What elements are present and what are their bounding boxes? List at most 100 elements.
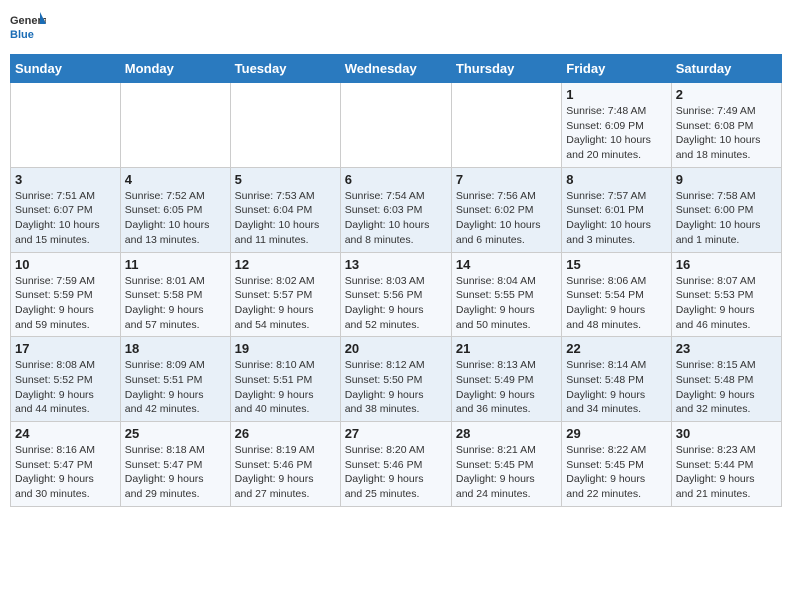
- day-info: Sunrise: 7:57 AM Sunset: 6:01 PM Dayligh…: [566, 189, 666, 248]
- day-of-week-header: Tuesday: [230, 55, 340, 83]
- day-info: Sunrise: 8:18 AM Sunset: 5:47 PM Dayligh…: [125, 443, 226, 502]
- day-number: 14: [456, 257, 557, 272]
- day-of-week-header: Sunday: [11, 55, 121, 83]
- calendar-cell: 21 Sunrise: 8:13 AM Sunset: 5:49 PM Dayli…: [451, 337, 561, 422]
- calendar-cell: [120, 83, 230, 168]
- calendar-cell: 9 Sunrise: 7:58 AM Sunset: 6:00 PM Daylig…: [671, 167, 781, 252]
- day-number: 24: [15, 426, 116, 441]
- svg-text:Blue: Blue: [10, 29, 34, 41]
- day-number: 9: [676, 172, 777, 187]
- day-number: 17: [15, 341, 116, 356]
- calendar-week-row: 3 Sunrise: 7:51 AM Sunset: 6:07 PM Daylig…: [11, 167, 782, 252]
- day-info: Sunrise: 7:54 AM Sunset: 6:03 PM Dayligh…: [345, 189, 447, 248]
- day-info: Sunrise: 8:21 AM Sunset: 5:45 PM Dayligh…: [456, 443, 557, 502]
- day-of-week-header: Thursday: [451, 55, 561, 83]
- day-info: Sunrise: 8:13 AM Sunset: 5:49 PM Dayligh…: [456, 358, 557, 417]
- calendar-cell: 16 Sunrise: 8:07 AM Sunset: 5:53 PM Dayli…: [671, 252, 781, 337]
- day-number: 28: [456, 426, 557, 441]
- day-info: Sunrise: 8:08 AM Sunset: 5:52 PM Dayligh…: [15, 358, 116, 417]
- day-info: Sunrise: 8:06 AM Sunset: 5:54 PM Dayligh…: [566, 274, 666, 333]
- day-info: Sunrise: 7:53 AM Sunset: 6:04 PM Dayligh…: [235, 189, 336, 248]
- day-of-week-header: Wednesday: [340, 55, 451, 83]
- day-info: Sunrise: 8:22 AM Sunset: 5:45 PM Dayligh…: [566, 443, 666, 502]
- calendar-cell: [11, 83, 121, 168]
- calendar-cell: 8 Sunrise: 7:57 AM Sunset: 6:01 PM Daylig…: [562, 167, 671, 252]
- logo-svg: General Blue: [10, 10, 46, 46]
- day-number: 22: [566, 341, 666, 356]
- day-number: 16: [676, 257, 777, 272]
- calendar-cell: 30 Sunrise: 8:23 AM Sunset: 5:44 PM Dayli…: [671, 422, 781, 507]
- calendar-cell: 3 Sunrise: 7:51 AM Sunset: 6:07 PM Daylig…: [11, 167, 121, 252]
- day-info: Sunrise: 7:59 AM Sunset: 5:59 PM Dayligh…: [15, 274, 116, 333]
- calendar-week-row: 24 Sunrise: 8:16 AM Sunset: 5:47 PM Dayli…: [11, 422, 782, 507]
- day-number: 25: [125, 426, 226, 441]
- day-info: Sunrise: 8:07 AM Sunset: 5:53 PM Dayligh…: [676, 274, 777, 333]
- day-number: 29: [566, 426, 666, 441]
- day-number: 21: [456, 341, 557, 356]
- day-info: Sunrise: 8:09 AM Sunset: 5:51 PM Dayligh…: [125, 358, 226, 417]
- calendar-table: SundayMondayTuesdayWednesdayThursdayFrid…: [10, 54, 782, 507]
- day-info: Sunrise: 8:19 AM Sunset: 5:46 PM Dayligh…: [235, 443, 336, 502]
- calendar-header-row: SundayMondayTuesdayWednesdayThursdayFrid…: [11, 55, 782, 83]
- calendar-cell: 18 Sunrise: 8:09 AM Sunset: 5:51 PM Dayli…: [120, 337, 230, 422]
- calendar-cell: 1 Sunrise: 7:48 AM Sunset: 6:09 PM Daylig…: [562, 83, 671, 168]
- day-info: Sunrise: 8:12 AM Sunset: 5:50 PM Dayligh…: [345, 358, 447, 417]
- day-number: 2: [676, 87, 777, 102]
- day-number: 15: [566, 257, 666, 272]
- day-info: Sunrise: 8:20 AM Sunset: 5:46 PM Dayligh…: [345, 443, 447, 502]
- calendar-cell: 29 Sunrise: 8:22 AM Sunset: 5:45 PM Dayli…: [562, 422, 671, 507]
- day-info: Sunrise: 8:15 AM Sunset: 5:48 PM Dayligh…: [676, 358, 777, 417]
- calendar-cell: 6 Sunrise: 7:54 AM Sunset: 6:03 PM Daylig…: [340, 167, 451, 252]
- day-number: 1: [566, 87, 666, 102]
- day-number: 12: [235, 257, 336, 272]
- calendar-cell: 19Sunrise: 8:10 AM Sunset: 5:51 PM Dayli…: [230, 337, 340, 422]
- page-header: General Blue: [10, 10, 782, 46]
- day-info: Sunrise: 7:58 AM Sunset: 6:00 PM Dayligh…: [676, 189, 777, 248]
- calendar-week-row: 1 Sunrise: 7:48 AM Sunset: 6:09 PM Daylig…: [11, 83, 782, 168]
- day-number: 6: [345, 172, 447, 187]
- day-info: Sunrise: 8:14 AM Sunset: 5:48 PM Dayligh…: [566, 358, 666, 417]
- day-number: 27: [345, 426, 447, 441]
- calendar-cell: 5Sunrise: 7:53 AM Sunset: 6:04 PM Daylig…: [230, 167, 340, 252]
- day-info: Sunrise: 8:16 AM Sunset: 5:47 PM Dayligh…: [15, 443, 116, 502]
- day-number: 18: [125, 341, 226, 356]
- day-info: Sunrise: 7:52 AM Sunset: 6:05 PM Dayligh…: [125, 189, 226, 248]
- calendar-cell: 11Sunrise: 8:01 AM Sunset: 5:58 PM Dayli…: [120, 252, 230, 337]
- day-info: Sunrise: 8:23 AM Sunset: 5:44 PM Dayligh…: [676, 443, 777, 502]
- calendar-cell: 27 Sunrise: 8:20 AM Sunset: 5:46 PM Dayli…: [340, 422, 451, 507]
- day-number: 8: [566, 172, 666, 187]
- day-info: Sunrise: 8:02 AM Sunset: 5:57 PM Dayligh…: [235, 274, 336, 333]
- day-of-week-header: Saturday: [671, 55, 781, 83]
- calendar-cell: 28 Sunrise: 8:21 AM Sunset: 5:45 PM Dayli…: [451, 422, 561, 507]
- calendar-cell: [230, 83, 340, 168]
- calendar-cell: 24 Sunrise: 8:16 AM Sunset: 5:47 PM Dayli…: [11, 422, 121, 507]
- day-info: Sunrise: 8:03 AM Sunset: 5:56 PM Dayligh…: [345, 274, 447, 333]
- calendar-week-row: 10 Sunrise: 7:59 AM Sunset: 5:59 PM Dayli…: [11, 252, 782, 337]
- calendar-cell: 4 Sunrise: 7:52 AM Sunset: 6:05 PM Daylig…: [120, 167, 230, 252]
- calendar-cell: 26Sunrise: 8:19 AM Sunset: 5:46 PM Dayli…: [230, 422, 340, 507]
- day-number: 10: [15, 257, 116, 272]
- calendar-cell: 14Sunrise: 8:04 AM Sunset: 5:55 PM Dayli…: [451, 252, 561, 337]
- day-number: 7: [456, 172, 557, 187]
- day-number: 13: [345, 257, 447, 272]
- calendar-cell: 22 Sunrise: 8:14 AM Sunset: 5:48 PM Dayli…: [562, 337, 671, 422]
- day-number: 30: [676, 426, 777, 441]
- calendar-cell: 12 Sunrise: 8:02 AM Sunset: 5:57 PM Dayli…: [230, 252, 340, 337]
- calendar-cell: [340, 83, 451, 168]
- day-number: 3: [15, 172, 116, 187]
- calendar-cell: 10 Sunrise: 7:59 AM Sunset: 5:59 PM Dayli…: [11, 252, 121, 337]
- calendar-cell: 2Sunrise: 7:49 AM Sunset: 6:08 PM Daylig…: [671, 83, 781, 168]
- calendar-week-row: 17 Sunrise: 8:08 AM Sunset: 5:52 PM Dayli…: [11, 337, 782, 422]
- day-info: Sunrise: 7:51 AM Sunset: 6:07 PM Dayligh…: [15, 189, 116, 248]
- day-number: 4: [125, 172, 226, 187]
- day-of-week-header: Monday: [120, 55, 230, 83]
- day-number: 20: [345, 341, 447, 356]
- day-number: 11: [125, 257, 226, 272]
- calendar-cell: 25 Sunrise: 8:18 AM Sunset: 5:47 PM Dayli…: [120, 422, 230, 507]
- logo: General Blue: [10, 10, 46, 46]
- calendar-cell: 15 Sunrise: 8:06 AM Sunset: 5:54 PM Dayli…: [562, 252, 671, 337]
- calendar-cell: 23Sunrise: 8:15 AM Sunset: 5:48 PM Dayli…: [671, 337, 781, 422]
- day-info: Sunrise: 7:48 AM Sunset: 6:09 PM Dayligh…: [566, 104, 666, 163]
- calendar-cell: 20 Sunrise: 8:12 AM Sunset: 5:50 PM Dayli…: [340, 337, 451, 422]
- day-info: Sunrise: 8:10 AM Sunset: 5:51 PM Dayligh…: [235, 358, 336, 417]
